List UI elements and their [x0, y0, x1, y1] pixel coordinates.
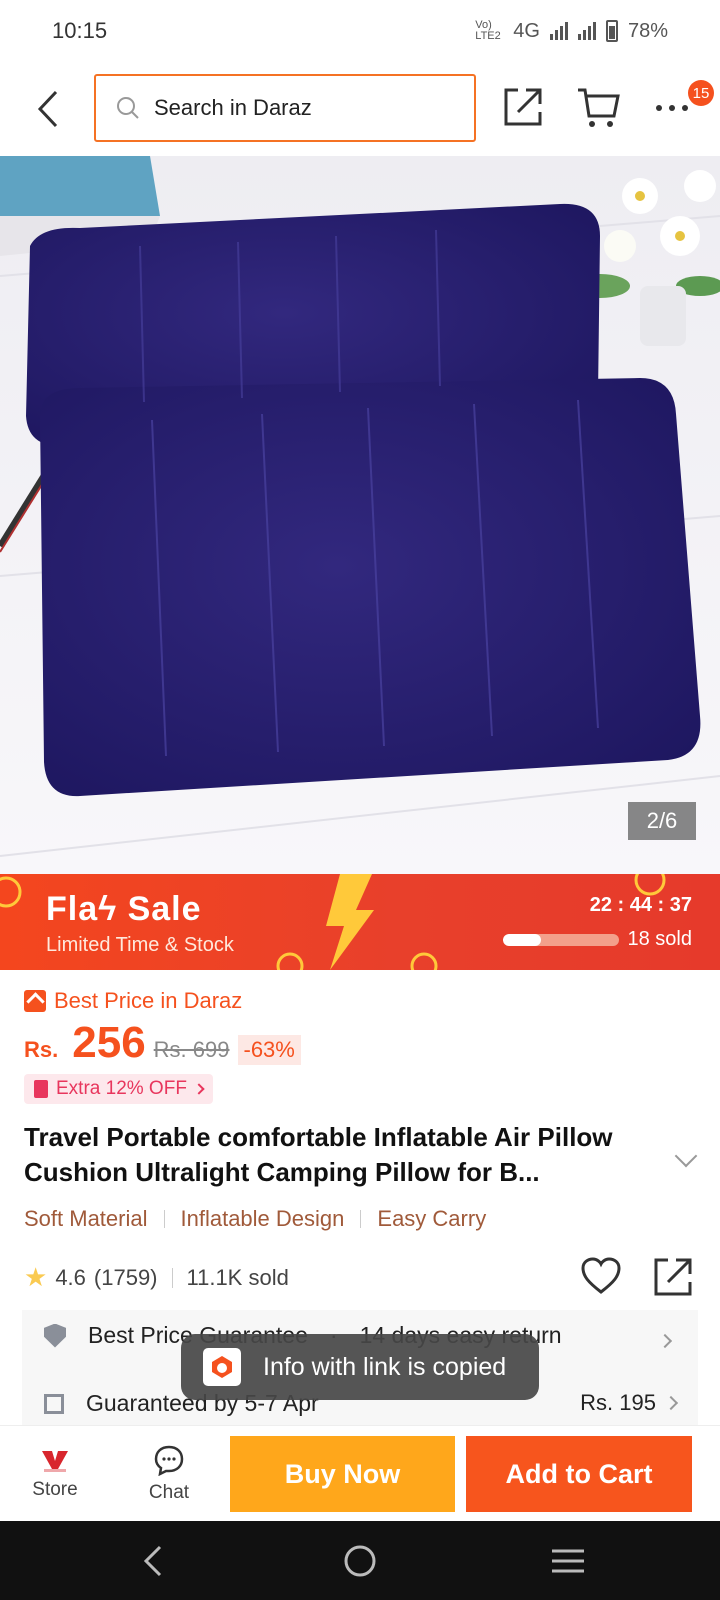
- chat-label: Chat: [148, 1482, 190, 1503]
- store-label: Store: [32, 1479, 78, 1500]
- flash-countdown: 22 : 44 : 37: [589, 894, 692, 916]
- flash-sale-title: Flaϟ Sale: [46, 890, 202, 928]
- top-header: Search in Daraz 15: [0, 62, 720, 156]
- rating-value: 4.6: [55, 1264, 86, 1290]
- review-count: (1759): [93, 1264, 158, 1290]
- gift-icon: [44, 1393, 64, 1414]
- tag-item: Inflatable Design: [180, 1206, 345, 1231]
- voucher-text: Extra 12% OFF: [56, 1078, 187, 1099]
- divider: [360, 1210, 362, 1228]
- chevron-right-icon: [193, 1083, 205, 1095]
- product-photo: [0, 156, 720, 874]
- currency: Rs.: [24, 1037, 59, 1062]
- store-logo-icon: [42, 1451, 68, 1472]
- cart-badge: 15: [688, 80, 714, 106]
- flash-sold-count: 18 sold: [627, 928, 693, 950]
- nav-back-icon[interactable]: [134, 1541, 174, 1581]
- voucher-button[interactable]: Extra 12% OFF: [24, 1074, 213, 1104]
- original-price: Rs. 699: [153, 1037, 230, 1062]
- tag-item: Soft Material: [24, 1206, 148, 1231]
- toast-message: Info with link is copied: [263, 1352, 507, 1381]
- status-icons: Vo) LTE2 4G 78%: [475, 20, 668, 43]
- best-price-label[interactable]: Best Price in Daraz: [24, 988, 242, 1014]
- flash-progress-bar: [503, 934, 619, 946]
- flash-sale-subtitle: Limited Time & Stock: [46, 934, 234, 956]
- shield-icon: [44, 1323, 66, 1348]
- search-input[interactable]: Search in Daraz: [94, 74, 476, 142]
- sold-count: 11.1K sold: [186, 1264, 289, 1290]
- current-price: 256: [72, 1018, 146, 1067]
- price-row: Rs. 256 Rs. 699 -63%: [24, 1018, 301, 1068]
- daraz-logo-icon: [203, 1348, 241, 1386]
- copied-toast: Info with link is copied: [181, 1334, 539, 1400]
- voucher-icon: [34, 1080, 48, 1098]
- best-price-text: Best Price in Daraz: [54, 988, 243, 1013]
- flash-progress-fill: [503, 934, 542, 946]
- signal-icon: [549, 22, 568, 40]
- chat-icon: [154, 1445, 184, 1476]
- status-time: 10:15: [52, 18, 108, 43]
- nav-home-icon[interactable]: [340, 1541, 380, 1581]
- delivery-fee: Rs. 195: [580, 1390, 679, 1416]
- product-image[interactable]: 2/6: [0, 156, 720, 874]
- chevron-right-icon: [657, 1333, 673, 1349]
- chevron-right-icon: [663, 1395, 679, 1411]
- battery-level: 78%: [627, 19, 668, 42]
- search-icon: [117, 97, 139, 119]
- tag-item: Easy Carry: [377, 1206, 487, 1231]
- star-icon: ★: [24, 1262, 48, 1292]
- store-button[interactable]: Store: [10, 1426, 100, 1522]
- flash-sale-banner[interactable]: Flaϟ Sale Limited Time & Stock 22 : 44 :…: [0, 874, 720, 970]
- chevron-down-icon[interactable]: [674, 1144, 698, 1168]
- signal-icon-2: [577, 22, 596, 40]
- trend-icon: [24, 990, 46, 1012]
- product-tags: Soft Material Inflatable Design Easy Car…: [24, 1206, 486, 1232]
- share-icon[interactable]: [500, 84, 546, 130]
- product-title: Travel Portable comfortable Inflatable A…: [24, 1122, 613, 1187]
- lte-label: Vo) LTE2: [475, 19, 501, 42]
- wishlist-heart-icon[interactable]: [580, 1256, 622, 1296]
- status-bar: 10:15 Vo) LTE2 4G 78%: [0, 0, 720, 62]
- chat-button[interactable]: Chat: [124, 1426, 214, 1522]
- add-to-cart-button[interactable]: Add to Cart: [466, 1436, 692, 1512]
- discount-badge: -63%: [237, 1035, 301, 1065]
- search-placeholder: Search in Daraz: [154, 95, 312, 120]
- divider: [171, 1267, 173, 1288]
- nav-menu-icon[interactable]: [548, 1541, 588, 1581]
- buy-now-button[interactable]: Buy Now: [230, 1436, 455, 1512]
- bottom-action-bar: Store Chat Buy Now Add to Cart: [0, 1425, 720, 1521]
- divider: [163, 1210, 165, 1228]
- cart-icon[interactable]: [576, 84, 622, 130]
- share-icon[interactable]: [652, 1256, 694, 1298]
- rating-row[interactable]: ★ 4.6 (1759) 11.1K sold: [24, 1262, 289, 1293]
- battery-icon: [605, 20, 618, 42]
- back-button[interactable]: [30, 84, 70, 134]
- delivery-price: Rs. 195: [580, 1390, 656, 1415]
- system-navigation-bar: [0, 1521, 720, 1600]
- network-type: 4G: [513, 19, 540, 42]
- image-counter: 2/6: [628, 802, 696, 840]
